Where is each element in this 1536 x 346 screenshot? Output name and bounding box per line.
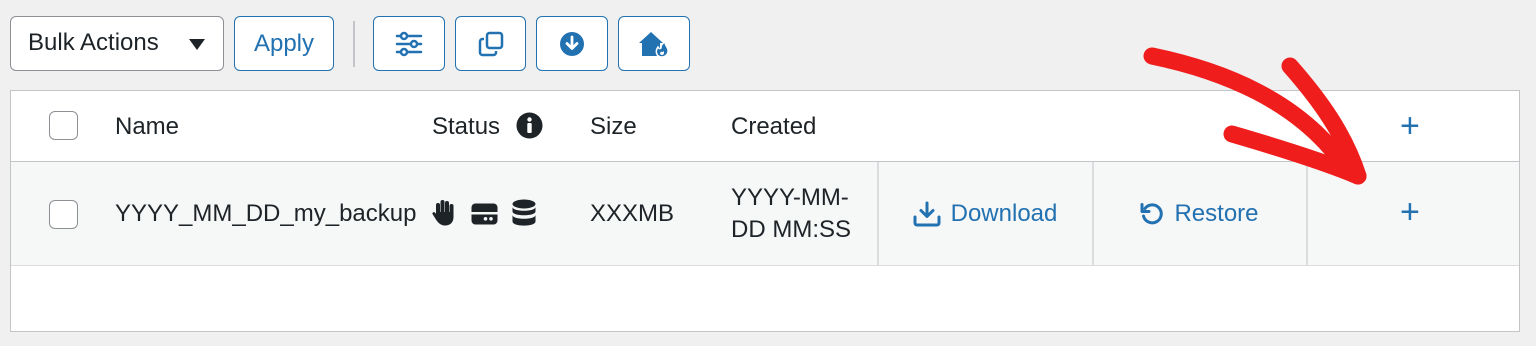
server-icon <box>471 203 498 225</box>
filter-button[interactable] <box>373 16 445 71</box>
select-all-checkbox[interactable] <box>49 111 78 140</box>
bulk-actions-label: Bulk Actions <box>28 29 159 56</box>
download-backup-button[interactable] <box>536 16 608 71</box>
apply-label: Apply <box>253 29 315 57</box>
restore-icon <box>1140 202 1164 224</box>
restore-label: Restore <box>1174 199 1259 227</box>
copy-button[interactable] <box>455 16 526 71</box>
column-header-name[interactable]: Name <box>115 113 179 141</box>
row-add-button[interactable]: + <box>1400 195 1420 229</box>
toolbar-divider <box>353 21 355 67</box>
caret-down-icon <box>189 39 205 50</box>
copy-icon <box>478 31 503 56</box>
backup-created-date: YYYY-MM- <box>731 184 849 211</box>
row-checkbox[interactable] <box>49 200 78 229</box>
backups-table: Name Status Size Created + YYYY_MM_DD_my… <box>10 90 1520 332</box>
column-header-created[interactable]: Created <box>731 113 816 141</box>
hand-icon <box>432 200 454 226</box>
column-divider <box>1306 162 1308 265</box>
add-column-button[interactable]: + <box>1400 109 1420 143</box>
column-header-size[interactable]: Size <box>590 113 637 141</box>
download-button[interactable]: Download <box>878 162 1092 265</box>
table-row: YYYY_MM_DD_my_backup XXXMB YYYY-MM- DD M… <box>11 162 1519 266</box>
download-circle-icon <box>560 31 584 56</box>
database-icon <box>512 199 536 226</box>
table-header-row: Name Status Size Created + <box>11 91 1519 162</box>
apply-button[interactable]: Apply <box>234 16 334 71</box>
filter-sliders-icon <box>395 31 423 56</box>
download-icon <box>913 201 941 226</box>
backup-size: XXXMB <box>590 200 675 227</box>
backup-created-time: DD MM:SS <box>731 216 851 243</box>
restore-button[interactable]: Restore <box>1093 162 1306 265</box>
backup-name: YYYY_MM_DD_my_backup <box>115 200 417 227</box>
home-fire-button[interactable] <box>618 16 690 71</box>
download-label: Download <box>950 199 1058 227</box>
column-header-status: Status <box>432 113 501 140</box>
bulk-actions-select[interactable]: Bulk Actions <box>10 16 224 71</box>
backup-created: YYYY-MM- DD MM:SS <box>731 182 851 246</box>
info-icon[interactable] <box>516 112 543 139</box>
home-fire-icon <box>639 31 669 58</box>
